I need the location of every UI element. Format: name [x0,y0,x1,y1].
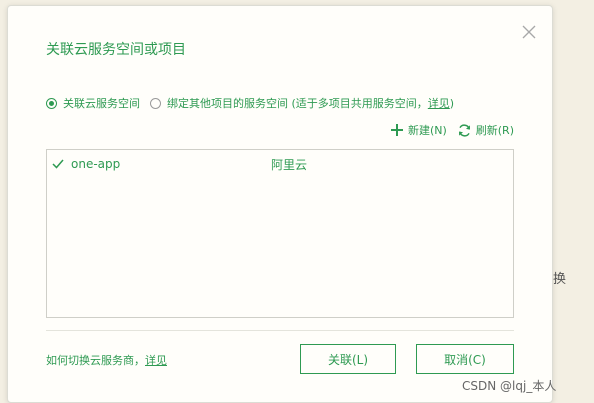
new-button-label: 新建(N) [407,124,447,137]
space-provider: 阿里云 [271,157,308,172]
background-partial-text: 换 [553,272,567,287]
new-button[interactable]: 新建(N) [390,122,447,138]
radio-link-cloud-space[interactable] [46,97,57,109]
list-item[interactable]: one-app 阿里云 [47,154,513,174]
space-name: one-app [71,157,121,171]
refresh-button-label: 刷新(R) [475,124,514,137]
cloud-space-list: one-app 阿里云 [46,149,514,318]
refresh-button[interactable]: 刷新(R) [457,122,514,138]
dialog-title: 关联云服务空间或项目 [46,42,186,58]
list-toolbar: 新建(N) 刷新(R) [380,122,514,138]
cancel-button[interactable]: 取消(C) [416,344,514,374]
footer-divider [46,330,514,331]
switch-provider-details-link[interactable]: 详见 [145,354,167,367]
link-button[interactable]: 关联(L) [300,344,396,374]
radio-label-bind-other-project[interactable]: 绑定其他项目的服务空间 (适于多项目共用服务空间，详见) [167,95,454,111]
radio-bind-other-project[interactable] [150,97,161,109]
switch-provider-help: 如何切换云服务商，详见 [46,354,167,367]
link-cloud-space-dialog: 关联云服务空间或项目 关联云服务空间 绑定其他项目的服务空间 (适于多项目共用服… [7,5,553,403]
close-icon[interactable] [520,23,538,41]
checkmark-icon [52,159,64,169]
radio-label-link-cloud-space[interactable]: 关联云服务空间 [63,95,140,111]
plus-icon [390,124,403,136]
csdn-watermark: CSDN @lqj_本人 [462,379,557,393]
refresh-icon [458,123,470,137]
details-link[interactable]: 详见 [428,97,450,110]
space-mode-radio-group: 关联云服务空间 绑定其他项目的服务空间 (适于多项目共用服务空间，详见) [46,95,454,111]
